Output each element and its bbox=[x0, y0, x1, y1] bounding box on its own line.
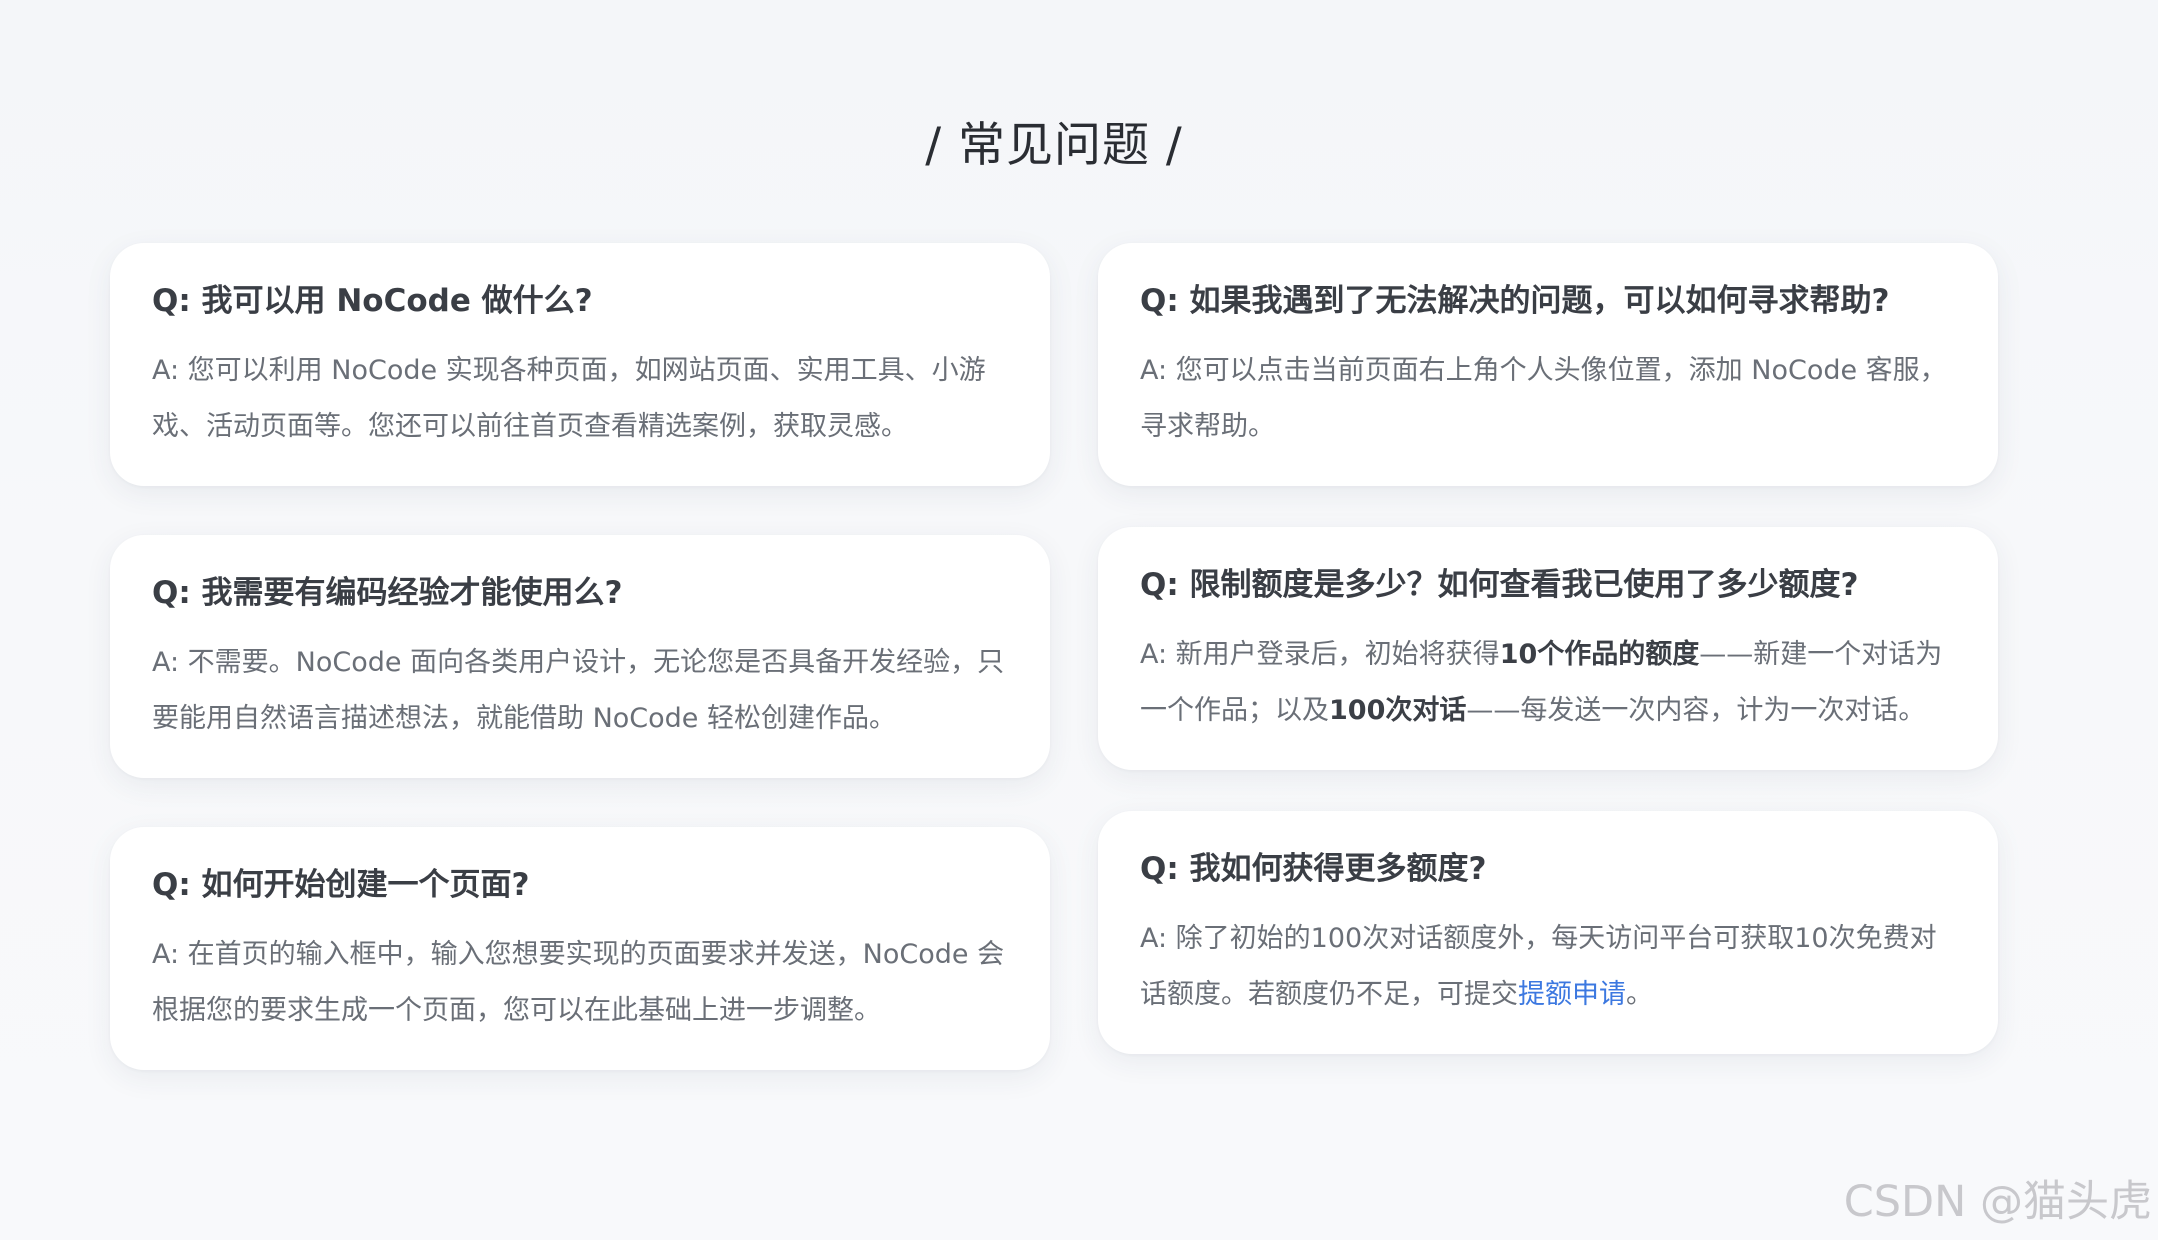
faq-card-coding-experience: Q: 我需要有编码经验才能使用么? A: 不需要。NoCode 面向各类用户设计… bbox=[110, 535, 1050, 778]
page-title: / 常见问题 / bbox=[925, 118, 1183, 173]
faq-card-more-quota: Q: 我如何获得更多额度? A: 除了初始的100次对话额度外，每天访问平台可获… bbox=[1098, 811, 1998, 1054]
faq-answer: A: 在首页的输入框中，输入您想要实现的页面要求并发送，NoCode 会根据您的… bbox=[152, 939, 1005, 1026]
faq-card-quota-limit: Q: 限制额度是多少？如何查看我已使用了多少额度? A: 新用户登录后，初始将获… bbox=[1098, 527, 1998, 770]
faq-answer: A: 您可以利用 NoCode 实现各种页面，如网站页面、实用工具、小游戏、活动… bbox=[152, 355, 986, 442]
faq-card-nocode-usage: Q: 我可以用 NoCode 做什么? A: 您可以利用 NoCode 实现各种… bbox=[110, 243, 1050, 486]
faq-question: Q: 我可以用 NoCode 做什么? bbox=[152, 283, 593, 319]
answer-emphasis-dialog-quota: 100次对话 bbox=[1329, 695, 1467, 726]
quota-request-link[interactable]: 提额申请 bbox=[1518, 979, 1626, 1010]
answer-text: ——每发送一次内容，计为一次对话。 bbox=[1466, 695, 1926, 726]
faq-card-create-page: Q: 如何开始创建一个页面? A: 在首页的输入框中，输入您想要实现的页面要求并… bbox=[110, 827, 1050, 1070]
faq-answer: A: 除了初始的100次对话额度外，每天访问平台可获取10次免费对话额度。若额度… bbox=[1140, 911, 1956, 1023]
faq-answer: A: 新用户登录后，初始将获得10个作品的额度——新建一个对话为一个作品；以及1… bbox=[1140, 627, 1956, 739]
faq-question: Q: 如何开始创建一个页面? bbox=[152, 867, 530, 903]
faq-question: Q: 我需要有编码经验才能使用么? bbox=[152, 575, 623, 611]
faq-card-get-help: Q: 如果我遇到了无法解决的问题，可以如何寻求帮助? A: 您可以点击当前页面右… bbox=[1098, 243, 1998, 486]
faq-question: Q: 限制额度是多少？如何查看我已使用了多少额度? bbox=[1140, 567, 1859, 603]
faq-answer: A: 您可以点击当前页面右上角个人头像位置，添加 NoCode 客服，寻求帮助。 bbox=[1140, 355, 1947, 442]
answer-emphasis-works-quota: 10个作品的额度 bbox=[1499, 639, 1700, 670]
faq-answer: A: 不需要。NoCode 面向各类用户设计，无论您是否具备开发经验，只要能用自… bbox=[152, 647, 1005, 734]
csdn-watermark: CSDN @猫头虎 bbox=[1843, 1177, 2152, 1227]
faq-question: Q: 我如何获得更多额度? bbox=[1140, 851, 1487, 887]
faq-question: Q: 如果我遇到了无法解决的问题，可以如何寻求帮助? bbox=[1140, 283, 1890, 319]
answer-text: A: 新用户登录后，初始将获得 bbox=[1140, 639, 1500, 670]
answer-text: 。 bbox=[1626, 979, 1653, 1010]
